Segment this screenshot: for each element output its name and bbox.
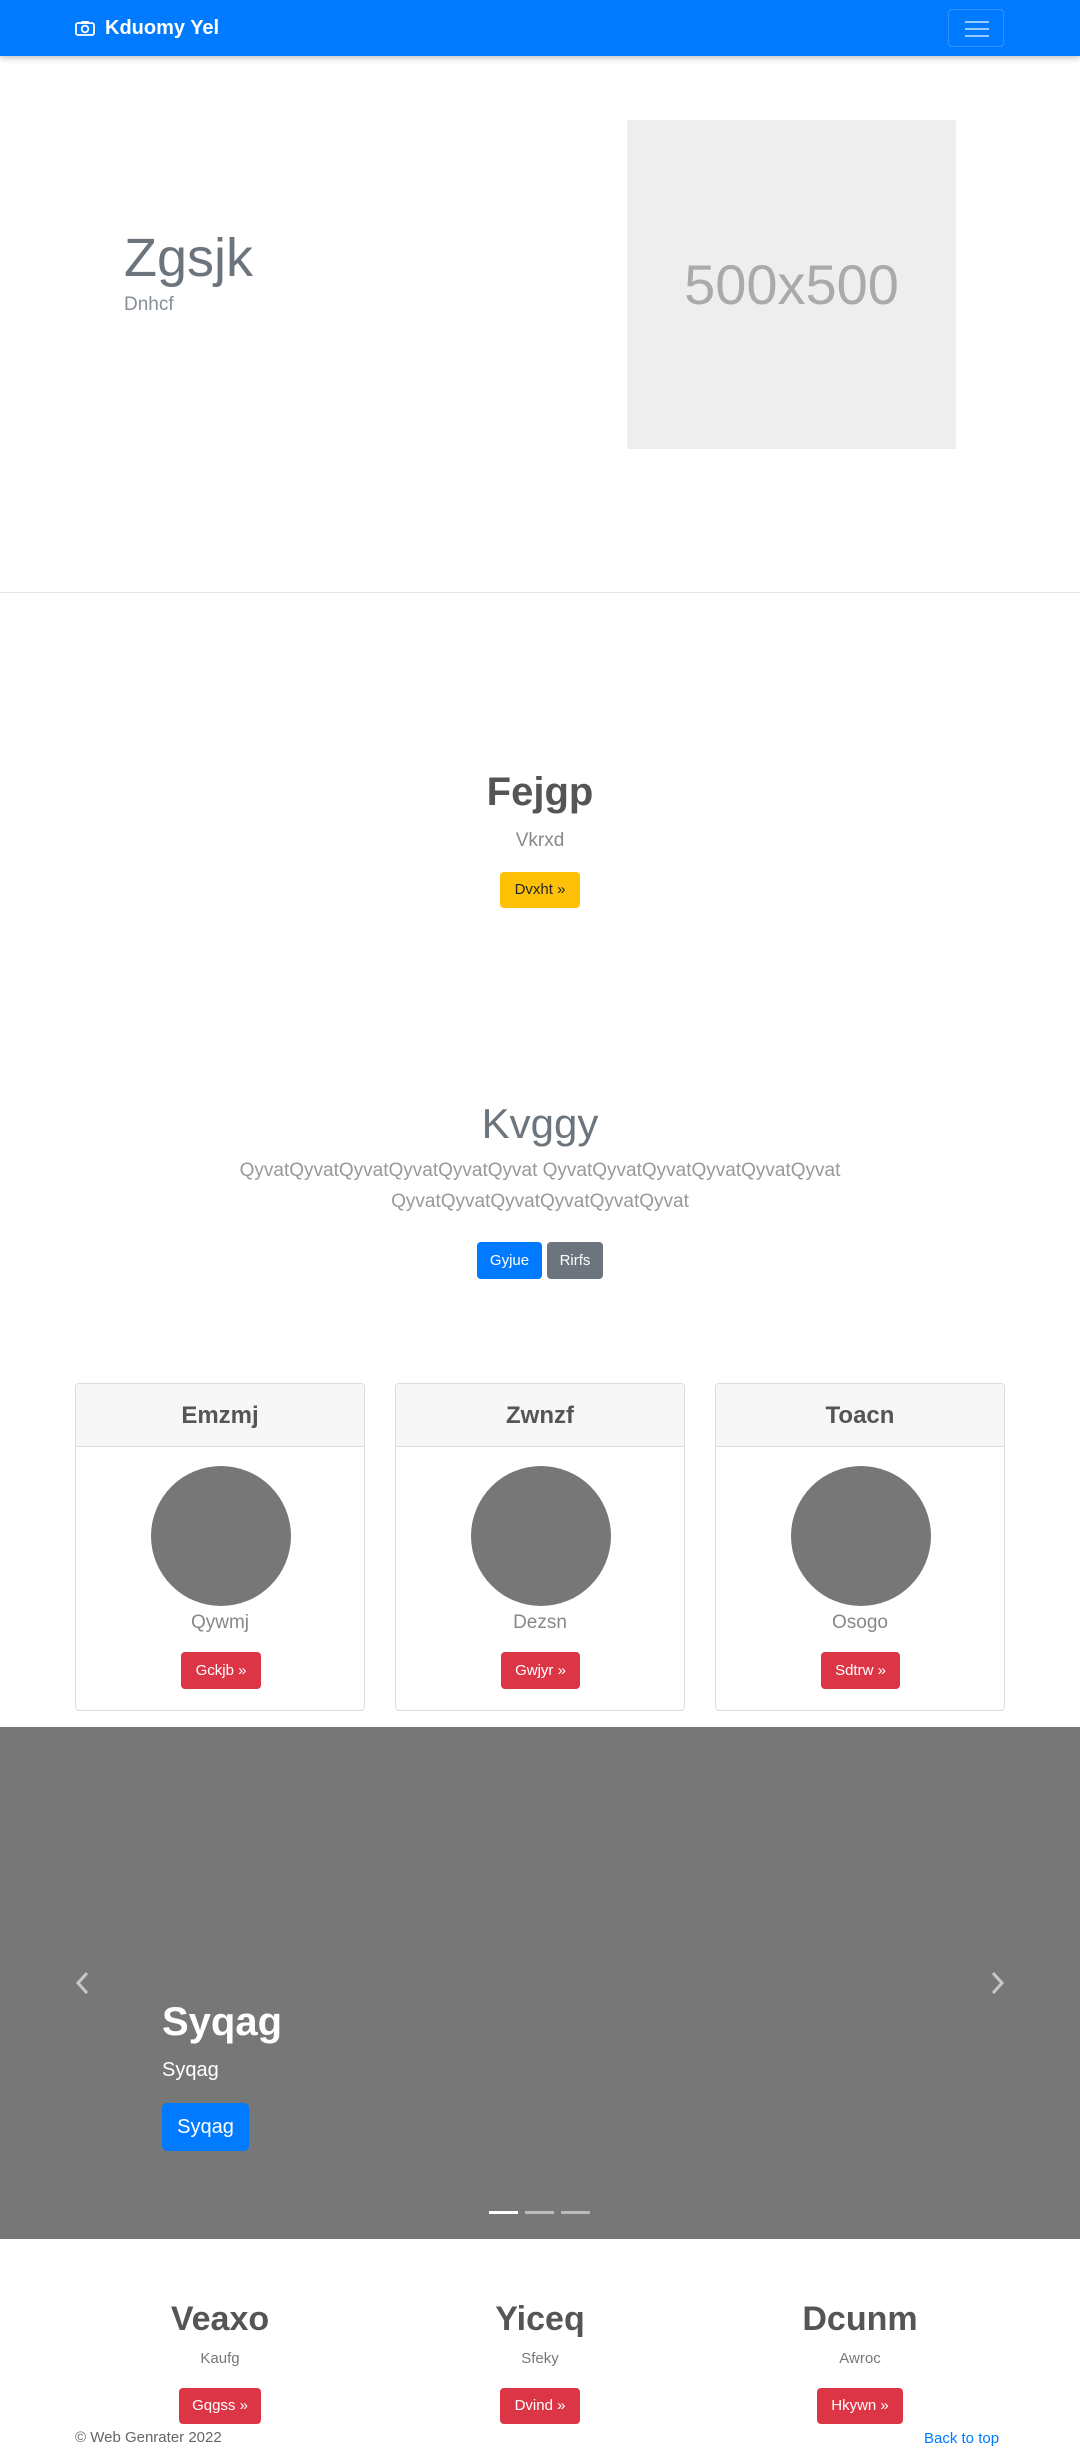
card-avatar	[471, 1466, 611, 1606]
feature-button[interactable]: Dvxht »	[500, 872, 580, 908]
hamburger-icon	[965, 21, 989, 23]
navbar: Kduomy Yel	[0, 0, 1080, 56]
jumbotron-lead-line1: QyvatQyvatQyvatQyvatQyvatQyvat QyvatQyva…	[239, 1160, 841, 1181]
footer-copyright: © Web Genrater 2022	[75, 2429, 222, 2446]
card-avatar	[151, 1466, 291, 1606]
feature-subtitle: Vkrxd	[515, 830, 565, 851]
chevron-right-icon[interactable]	[988, 1969, 1008, 1997]
card-text: Qywmj	[190, 1612, 250, 1633]
section-divider	[0, 592, 1080, 593]
card-zwnzf: Zwnzf Dezsn Gwjyr »	[395, 1383, 685, 1711]
carousel-button[interactable]: Syqag	[162, 2103, 249, 2151]
column-text: Awroc	[839, 2350, 881, 2367]
card-button[interactable]: Sdtrw »	[821, 1652, 900, 1689]
column-text: Sfeky	[521, 2350, 559, 2367]
card-avatar	[791, 1466, 931, 1606]
hero-image-placeholder: 500x500	[627, 120, 956, 449]
brand-text: Kduomy Yel	[105, 16, 220, 39]
navbar-brand[interactable]: Kduomy Yel	[75, 16, 219, 40]
chevron-left-icon[interactable]	[72, 1969, 92, 1997]
column-title: Dcunm	[802, 2300, 918, 2338]
jumbotron-primary-button[interactable]: Gyjue	[477, 1242, 542, 1279]
back-to-top-link[interactable]: Back to top	[924, 2430, 999, 2447]
card-header: Emzmj	[76, 1384, 364, 1447]
column-button[interactable]: Gqgss »	[179, 2388, 261, 2424]
card-emzmj: Emzmj Qywmj Gckjb »	[75, 1383, 365, 1711]
hero-title: Zgsjk	[124, 228, 254, 288]
column-button[interactable]: Hkywn »	[817, 2388, 903, 2424]
carousel-indicator-2[interactable]	[525, 2211, 554, 2214]
navbar-toggler[interactable]	[948, 9, 1004, 47]
carousel-indicator-3[interactable]	[561, 2211, 590, 2214]
carousel-indicator-1[interactable]	[489, 2211, 518, 2214]
card-text: Osogo	[832, 1612, 888, 1633]
feature-title: Fejgp	[486, 770, 594, 814]
card-button[interactable]: Gckjb »	[181, 1652, 261, 1689]
carousel: Syqag Syqag Syqag	[0, 1727, 1080, 2239]
card-text: Dezsn	[513, 1612, 567, 1633]
jumbotron-title: Kvggy	[481, 1100, 599, 1147]
column-title: Veaxo	[170, 2300, 270, 2338]
carousel-title: Syqag	[162, 2000, 283, 2044]
column-button[interactable]: Dvind »	[500, 2388, 580, 2424]
card-button[interactable]: Gwjyr »	[501, 1652, 580, 1689]
carousel-caption: Syqag	[162, 2059, 219, 2081]
card-header: Toacn	[716, 1384, 1004, 1447]
jumbotron-lead-line2: QyvatQyvatQyvatQyvatQyvatQyvat	[391, 1191, 689, 1212]
column-title: Yiceq	[495, 2300, 585, 2338]
hero-subtitle: Dnhcf	[124, 294, 174, 315]
card-header: Zwnzf	[396, 1384, 684, 1447]
jumbotron-secondary-button[interactable]: Rirfs	[547, 1242, 603, 1279]
column-text: Kaufg	[200, 2350, 240, 2367]
card-toacn: Toacn Osogo Sdtrw »	[715, 1383, 1005, 1711]
camera-icon	[75, 21, 95, 36]
placeholder-label: 500x500	[684, 253, 899, 316]
